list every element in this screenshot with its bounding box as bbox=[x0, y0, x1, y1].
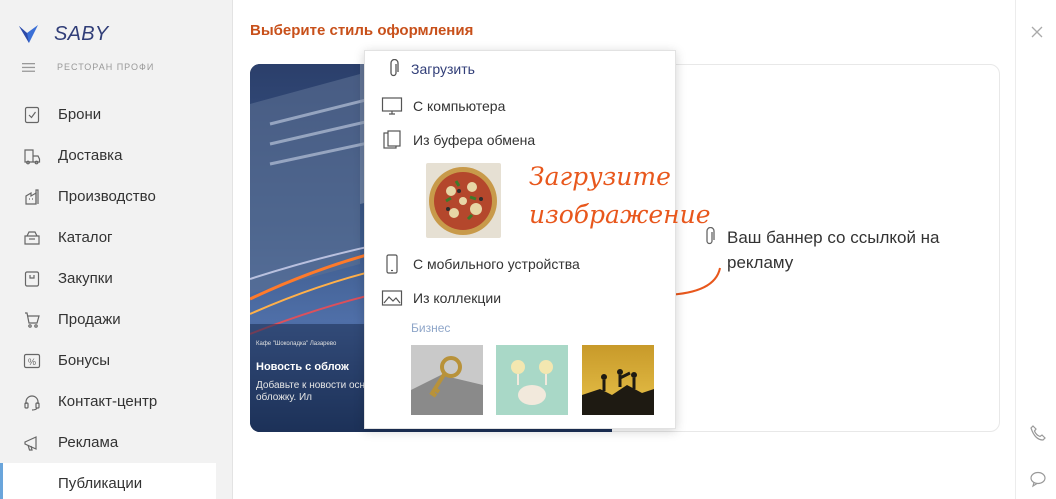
from-mobile-label: С мобильного устройства bbox=[413, 256, 580, 272]
right-toolbar bbox=[1015, 0, 1056, 499]
sidebar-item-label: Реклама bbox=[58, 434, 119, 451]
sidebar-item-production[interactable]: Производство bbox=[0, 176, 216, 217]
banner-title: Новость с облож bbox=[256, 361, 349, 373]
chat-icon[interactable] bbox=[1029, 470, 1047, 488]
sidebar-item-label: Каталог bbox=[58, 229, 113, 246]
close-icon[interactable] bbox=[1027, 22, 1047, 42]
org-switcher[interactable]: РЕСТОРАН ПРОФИ bbox=[22, 62, 154, 72]
sidebar-item-bookings[interactable]: Брони bbox=[0, 94, 216, 135]
divider bbox=[232, 0, 233, 499]
production-icon bbox=[25, 189, 39, 205]
sidebar-item-catalog[interactable]: Каталог bbox=[0, 217, 216, 258]
upload-from-clipboard[interactable]: Из буфера обмена bbox=[381, 130, 535, 150]
collection-thumb-key[interactable] bbox=[411, 345, 483, 415]
upload-from-computer[interactable]: С компьютера bbox=[381, 96, 505, 116]
svg-text:%: % bbox=[28, 357, 36, 367]
sidebar-subitem-publications[interactable]: Публикации bbox=[0, 463, 216, 499]
upload-annotation: Загрузите изображение bbox=[529, 162, 711, 229]
banner-link-hint: Ваш баннер со ссылкой на рекламу bbox=[703, 225, 967, 275]
app-logo[interactable]: SABY bbox=[18, 18, 109, 50]
sidebar-subitem-label: Публикации bbox=[58, 475, 143, 492]
paperclip-icon bbox=[706, 227, 715, 245]
upload-from-collection[interactable]: Из коллекции bbox=[381, 288, 501, 308]
sidebar-gutter bbox=[216, 0, 232, 499]
upload-image-popup: Загрузить С компьютера Из буфера обмена … bbox=[364, 50, 711, 429]
sidebar-item-label: Продажи bbox=[58, 311, 121, 328]
sidebar-item-ads[interactable]: Реклама bbox=[0, 422, 216, 463]
collection-thumb-teamwork[interactable] bbox=[582, 345, 654, 415]
banner-meta: Кафе "Шоколадка" Лазарево bbox=[256, 341, 337, 347]
sidebar-item-purchases[interactable]: Закупки bbox=[0, 258, 216, 299]
upload-label: Загрузить bbox=[411, 61, 475, 77]
sidebar-item-sales[interactable]: Продажи bbox=[0, 299, 216, 340]
purchases-icon bbox=[24, 271, 40, 287]
from-computer-label: С компьютера bbox=[413, 98, 506, 114]
clipboard-icon bbox=[383, 130, 401, 149]
calendar-check-icon bbox=[24, 106, 40, 124]
collection-thumb-idea[interactable] bbox=[496, 345, 568, 415]
sidebar-item-delivery[interactable]: Доставка bbox=[0, 135, 216, 176]
sidebar-item-label: Брони bbox=[58, 106, 102, 123]
phone-icon[interactable] bbox=[1029, 424, 1047, 442]
pizza-image[interactable] bbox=[426, 163, 501, 238]
sidebar-item-label: Доставка bbox=[58, 147, 123, 164]
paperclip-icon bbox=[390, 59, 399, 77]
delivery-bag-icon bbox=[24, 149, 41, 165]
sidebar: SABY РЕСТОРАН ПРОФИ Брони Доставка Произ… bbox=[0, 0, 216, 499]
hint-text: Ваш баннер со ссылкой на рекламу bbox=[727, 228, 940, 272]
upload-header[interactable]: Загрузить bbox=[387, 59, 475, 79]
headset-icon bbox=[24, 395, 40, 411]
from-clipboard-label: Из буфера обмена bbox=[413, 132, 536, 148]
menu-icon[interactable] bbox=[22, 62, 35, 72]
upload-from-mobile[interactable]: С мобильного устройства bbox=[381, 254, 580, 274]
smartphone-icon bbox=[386, 254, 398, 274]
monitor-icon bbox=[381, 97, 403, 115]
sidebar-item-label: Контакт-центр bbox=[58, 393, 158, 410]
sidebar-item-bonuses[interactable]: % Бонусы bbox=[0, 340, 216, 381]
sidebar-item-label: Закупки bbox=[58, 270, 113, 287]
page-title: Выберите стиль оформления bbox=[250, 22, 474, 39]
saby-logo-icon bbox=[19, 25, 38, 43]
cart-icon bbox=[25, 312, 40, 328]
collection-group-label: Бизнес bbox=[411, 321, 451, 335]
from-collection-label: Из коллекции bbox=[413, 290, 502, 306]
org-name: РЕСТОРАН ПРОФИ bbox=[57, 62, 155, 72]
sidebar-item-label: Производство bbox=[58, 188, 156, 205]
active-indicator bbox=[0, 463, 3, 499]
percent-icon: % bbox=[23, 353, 41, 369]
catalog-box-icon bbox=[24, 231, 40, 245]
gallery-icon bbox=[381, 290, 403, 306]
megaphone-icon bbox=[24, 436, 37, 451]
sidebar-item-contact-center[interactable]: Контакт-центр bbox=[0, 381, 216, 422]
app-title: SABY bbox=[54, 22, 109, 45]
sidebar-item-label: Бонусы bbox=[58, 352, 111, 369]
